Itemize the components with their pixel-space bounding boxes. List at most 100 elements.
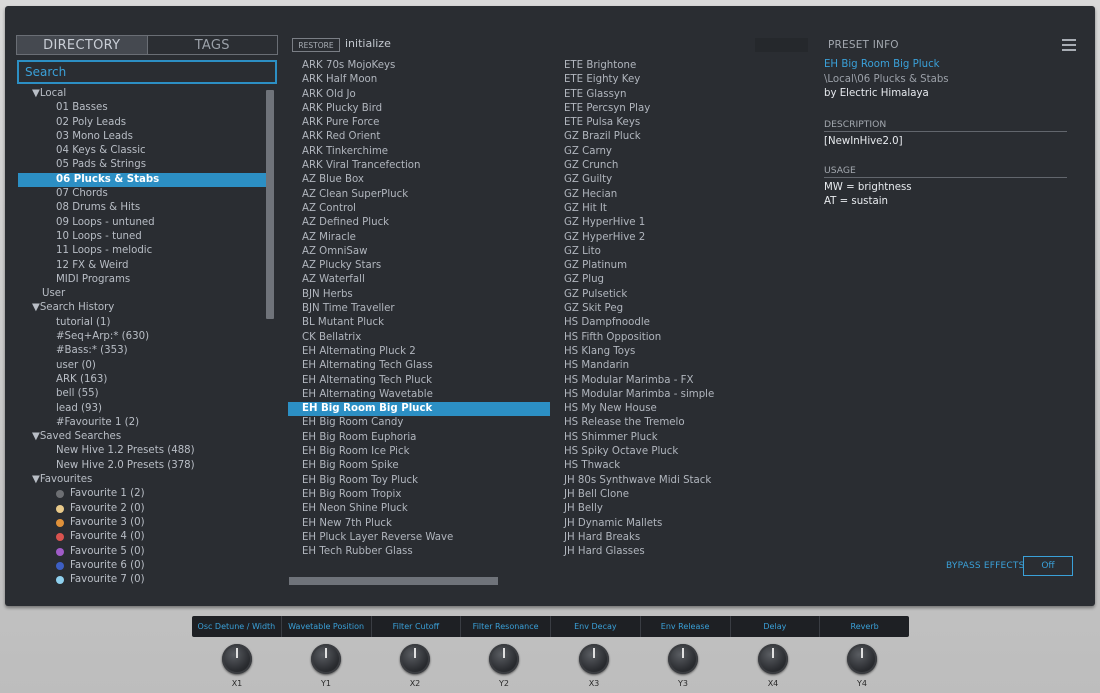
preset-row[interactable]: HS Klang Toys — [550, 345, 812, 359]
preset-row[interactable]: GZ Brazil Pluck — [550, 130, 812, 144]
preset-row[interactable]: EH Tech Rubber Glass — [288, 545, 550, 559]
macro-knob[interactable] — [489, 644, 519, 674]
preset-row[interactable]: HS Mandarin — [550, 359, 812, 373]
preset-row[interactable]: JH Hard Glasses — [550, 545, 812, 559]
macro-knob[interactable] — [579, 644, 609, 674]
preset-row[interactable]: ARK Plucky Bird — [288, 102, 550, 116]
preset-row[interactable]: AZ Clean SuperPluck — [288, 188, 550, 202]
preset-row[interactable]: HS Dampfnoodle — [550, 316, 812, 330]
preset-row[interactable]: GZ Hit It — [550, 202, 812, 216]
preset-row[interactable]: EH Big Room Euphoria — [288, 431, 550, 445]
macro-knob[interactable] — [668, 644, 698, 674]
tab-tags[interactable]: TAGS — [146, 36, 277, 54]
preset-row[interactable]: GZ Hecian — [550, 188, 812, 202]
tree-item[interactable]: user (0) — [18, 359, 266, 373]
preset-row[interactable]: HS Release the Tremelo — [550, 416, 812, 430]
preset-row[interactable]: BJN Time Traveller — [288, 302, 550, 316]
preset-row[interactable]: GZ Guilty — [550, 173, 812, 187]
preset-row[interactable]: GZ Pulsetick — [550, 288, 812, 302]
preset-row[interactable]: HS Fifth Opposition — [550, 331, 812, 345]
tree-item[interactable]: ▼Favourites — [18, 473, 266, 487]
preset-info-title[interactable]: EH Big Room Big Pluck — [824, 59, 1069, 74]
preset-row[interactable]: ARK Viral Trancefection — [288, 159, 550, 173]
tree-item[interactable]: 06 Plucks & Stabs — [18, 172, 266, 188]
preset-row[interactable]: AZ Miracle — [288, 231, 550, 245]
tree-item[interactable]: 04 Keys & Classic — [18, 144, 266, 158]
preset-row[interactable]: ARK Half Moon — [288, 73, 550, 87]
preset-row[interactable]: ETE Pulsa Keys — [550, 116, 812, 130]
preset-row[interactable]: GZ Crunch — [550, 159, 812, 173]
tree-item[interactable]: 12 FX & Weird — [18, 259, 266, 273]
bypass-effects-toggle[interactable]: Off — [1023, 556, 1073, 576]
tree-item[interactable]: 02 Poly Leads — [18, 116, 266, 130]
preset-row[interactable]: EH Big Room Toy Pluck — [288, 474, 550, 488]
tree-item[interactable]: Favourite 2 (0) — [18, 502, 266, 516]
preset-row[interactable]: ETE Glassyn — [550, 88, 812, 102]
preset-row[interactable]: EH Alternating Tech Glass — [288, 359, 550, 373]
preset-row[interactable]: BJN Herbs — [288, 288, 550, 302]
preset-row[interactable]: JH Bell Clone — [550, 488, 812, 502]
preset-row[interactable]: GZ Lito — [550, 245, 812, 259]
search-input[interactable] — [17, 60, 277, 84]
tree-item[interactable]: 03 Mono Leads — [18, 130, 266, 144]
preset-row[interactable]: CK Bellatrix — [288, 331, 550, 345]
preset-row[interactable]: EH Alternating Pluck 2 — [288, 345, 550, 359]
preset-row[interactable]: JH Dynamic Mallets — [550, 517, 812, 531]
tree-item[interactable]: ▼Search History — [18, 301, 266, 315]
tree-item[interactable]: MIDI Programs — [18, 273, 266, 287]
preset-row[interactable]: HS Thwack — [550, 459, 812, 473]
tree-item[interactable]: #Favourite 1 (2) — [18, 416, 266, 430]
tree-item[interactable]: 01 Basses — [18, 101, 266, 115]
preset-row[interactable]: EH Neon Shine Pluck — [288, 502, 550, 516]
hamburger-menu-icon[interactable] — [1062, 39, 1076, 51]
tree-item[interactable]: Favourite 1 (2) — [18, 487, 266, 501]
tree-item[interactable]: New Hive 1.2 Presets (488) — [18, 444, 266, 458]
preset-row[interactable]: EH Big Room Candy — [288, 416, 550, 430]
preset-row[interactable]: AZ Plucky Stars — [288, 259, 550, 273]
preset-row[interactable]: BL Mutant Pluck — [288, 316, 550, 330]
tree-item[interactable]: 07 Chords — [18, 187, 266, 201]
preset-row[interactable]: JH Hard Breaks — [550, 531, 812, 545]
preset-row[interactable]: ARK Red Orient — [288, 130, 550, 144]
tree-item[interactable]: lead (93) — [18, 402, 266, 416]
preset-row[interactable]: EH Big Room Spike — [288, 459, 550, 473]
tree-item[interactable]: 09 Loops - untuned — [18, 216, 266, 230]
preset-row[interactable]: HS My New House — [550, 402, 812, 416]
preset-row[interactable]: JH Belly — [550, 502, 812, 516]
tree-item[interactable]: Favourite 5 (0) — [18, 545, 266, 559]
tree-item[interactable]: 08 Drums & Hits — [18, 201, 266, 215]
preset-row[interactable]: AZ Defined Pluck — [288, 216, 550, 230]
preset-row[interactable]: GZ HyperHive 2 — [550, 231, 812, 245]
preset-row[interactable]: ARK Old Jo — [288, 88, 550, 102]
preset-row[interactable]: ETE Percsyn Play — [550, 102, 812, 116]
tree-item[interactable]: ARK (163) — [18, 373, 266, 387]
macro-knob[interactable] — [758, 644, 788, 674]
tab-directory[interactable]: DIRECTORY — [17, 36, 147, 54]
tree-item[interactable]: 10 Loops - tuned — [18, 230, 266, 244]
preset-row[interactable]: EH Alternating Tech Pluck — [288, 374, 550, 388]
tree-item[interactable]: User — [18, 287, 266, 301]
tree-item[interactable]: 11 Loops - melodic — [18, 244, 266, 258]
preset-row[interactable]: ARK Tinkerchime — [288, 145, 550, 159]
preset-row[interactable]: GZ Carny — [550, 145, 812, 159]
preset-row[interactable]: EH Pluck Layer Reverse Wave — [288, 531, 550, 545]
preset-row[interactable]: GZ HyperHive 1 — [550, 216, 812, 230]
preset-row[interactable]: EH Big Room Tropix — [288, 488, 550, 502]
tree-item[interactable]: bell (55) — [18, 387, 266, 401]
preset-row[interactable]: AZ Blue Box — [288, 173, 550, 187]
preset-row[interactable]: AZ Control — [288, 202, 550, 216]
preset-row[interactable]: ARK 70s MojoKeys — [288, 59, 550, 73]
preset-row[interactable]: JH 80s Synthwave Midi Stack — [550, 474, 812, 488]
preset-row[interactable]: HS Shimmer Pluck — [550, 431, 812, 445]
macro-knob[interactable] — [847, 644, 877, 674]
preset-row[interactable]: ARK Pure Force — [288, 116, 550, 130]
preset-row[interactable]: EH New 7th Pluck — [288, 517, 550, 531]
preset-row[interactable]: ETE Brightone — [550, 59, 812, 73]
tree-item[interactable]: #Bass:* (353) — [18, 344, 266, 358]
preset-row[interactable]: EH Big Room Big Pluck — [288, 402, 550, 417]
preset-list-scrollbar[interactable] — [289, 577, 498, 585]
preset-row[interactable]: HS Modular Marimba - simple — [550, 388, 812, 402]
preset-row[interactable]: GZ Plug — [550, 273, 812, 287]
macro-knob[interactable] — [222, 644, 252, 674]
directory-scrollbar[interactable] — [266, 90, 274, 319]
